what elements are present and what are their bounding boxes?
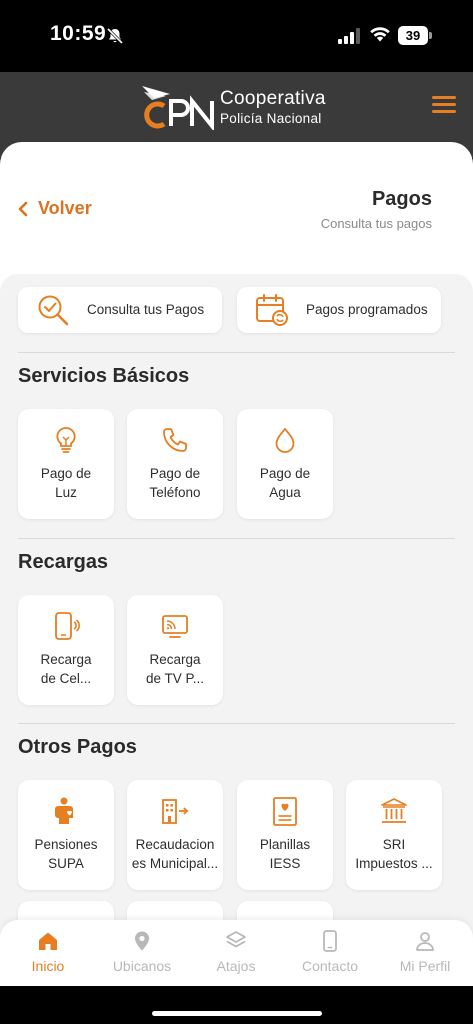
brand-logo[interactable]: Cooperativa Policía Nacional xyxy=(140,84,340,130)
home-icon xyxy=(39,932,57,950)
bank-icon xyxy=(381,798,407,823)
scheduled-payments-button[interactable]: Pagos programados xyxy=(237,287,441,333)
smartphone-icon xyxy=(323,930,337,952)
brand-name-line1: Cooperativa xyxy=(220,88,326,109)
bell-muted-icon xyxy=(106,27,124,45)
quick-action-label: Pagos programados xyxy=(306,302,428,317)
phone-icon xyxy=(163,428,187,452)
tile-municipal-collections[interactable]: Recaudacion es Municipal... xyxy=(127,780,223,890)
tile-sri-taxes[interactable]: SRI Impuestos ... xyxy=(346,780,442,890)
section-title-other-payments: Otros Pagos xyxy=(18,736,137,758)
nav-label: Mi Perfil xyxy=(399,958,451,974)
nav-item-profile[interactable]: Mi Perfil xyxy=(380,930,470,974)
status-bar: 10:59 39 xyxy=(0,0,473,72)
document-heart-icon xyxy=(273,797,297,826)
lightbulb-icon xyxy=(56,427,76,453)
tile-label: SRI Impuestos ... xyxy=(355,837,433,871)
nav-label: Ubicanos xyxy=(112,958,172,974)
nav-item-shortcuts[interactable]: Atajos xyxy=(191,930,281,974)
calendar-refresh-icon xyxy=(256,294,288,326)
building-arrow-icon xyxy=(162,799,189,824)
page-subtitle: Consulta tus pagos xyxy=(320,216,432,231)
back-button[interactable]: Volver xyxy=(16,198,92,219)
nav-item-locations[interactable]: Ubicanos xyxy=(97,930,187,974)
back-label: Volver xyxy=(38,198,92,218)
page-sheet: Volver Pagos Consulta tus pagos Consulta… xyxy=(0,142,473,992)
tv-cast-icon xyxy=(162,615,188,638)
cellular-signal-icon xyxy=(338,28,360,44)
tile-label: Pensiones SUPA xyxy=(34,837,98,871)
child-support-icon xyxy=(55,797,73,824)
divider xyxy=(18,538,455,539)
page-title: Pagos xyxy=(371,188,432,210)
bottom-navigation: Inicio Ubicanos Atajos Contacto Mi Perfi… xyxy=(0,920,473,986)
user-icon xyxy=(416,932,434,951)
battery-level: 39 xyxy=(398,26,428,45)
tile-label: Pago de Teléfono xyxy=(149,466,201,500)
tile-water-payment[interactable]: Pago de Agua xyxy=(237,409,333,519)
nav-item-contact[interactable]: Contacto xyxy=(285,930,375,974)
tile-phone-payment[interactable]: Pago de Teléfono xyxy=(127,409,223,519)
tile-label: Recarga de Cel... xyxy=(40,652,92,686)
nav-label: Atajos xyxy=(216,958,256,974)
tile-mobile-recharge[interactable]: Recarga de Cel... xyxy=(18,595,114,705)
tile-label: Pago de Agua xyxy=(259,466,311,500)
nav-label: Contacto xyxy=(301,958,359,974)
battery-indicator: 39 xyxy=(398,26,432,45)
tile-supa-pensions[interactable]: Pensiones SUPA xyxy=(18,780,114,890)
location-pin-icon xyxy=(135,931,149,951)
section-title-basic-services: Servicios Básicos xyxy=(18,365,190,387)
tile-label: Recaudacion es Municipal... xyxy=(131,837,219,871)
check-payments-button[interactable]: Consulta tus Pagos xyxy=(18,287,222,333)
hamburger-menu-icon[interactable] xyxy=(432,96,456,114)
section-title-recharges: Recargas xyxy=(18,551,109,573)
nav-label: Inicio xyxy=(31,958,65,974)
cpn-logo-mark xyxy=(142,86,214,130)
water-drop-icon xyxy=(275,428,295,453)
payments-content: Consulta tus Pagos Pagos programados Ser… xyxy=(0,274,473,992)
status-time: 10:59 xyxy=(50,22,107,45)
divider xyxy=(18,723,455,724)
divider xyxy=(18,352,455,353)
tile-electricity-payment[interactable]: Pago de Luz xyxy=(18,409,114,519)
brand-name-line2: Policía Nacional xyxy=(220,111,322,126)
tile-label: Planillas IESS xyxy=(259,837,311,871)
search-check-icon xyxy=(38,295,69,326)
tile-label: Recarga de TV P... xyxy=(145,652,205,686)
home-indicator[interactable] xyxy=(152,1011,322,1016)
tile-label: Pago de Luz xyxy=(40,466,92,500)
nav-item-home[interactable]: Inicio xyxy=(3,930,93,974)
tile-iess-payroll[interactable]: Planillas IESS xyxy=(237,780,333,890)
chevron-left-icon xyxy=(18,201,28,216)
mobile-phone-icon xyxy=(55,612,80,640)
wifi-icon xyxy=(370,27,390,42)
layers-icon xyxy=(226,931,246,948)
tile-tv-recharge[interactable]: Recarga de TV P... xyxy=(127,595,223,705)
home-indicator-area xyxy=(0,986,473,1024)
quick-action-label: Consulta tus Pagos xyxy=(87,302,205,317)
